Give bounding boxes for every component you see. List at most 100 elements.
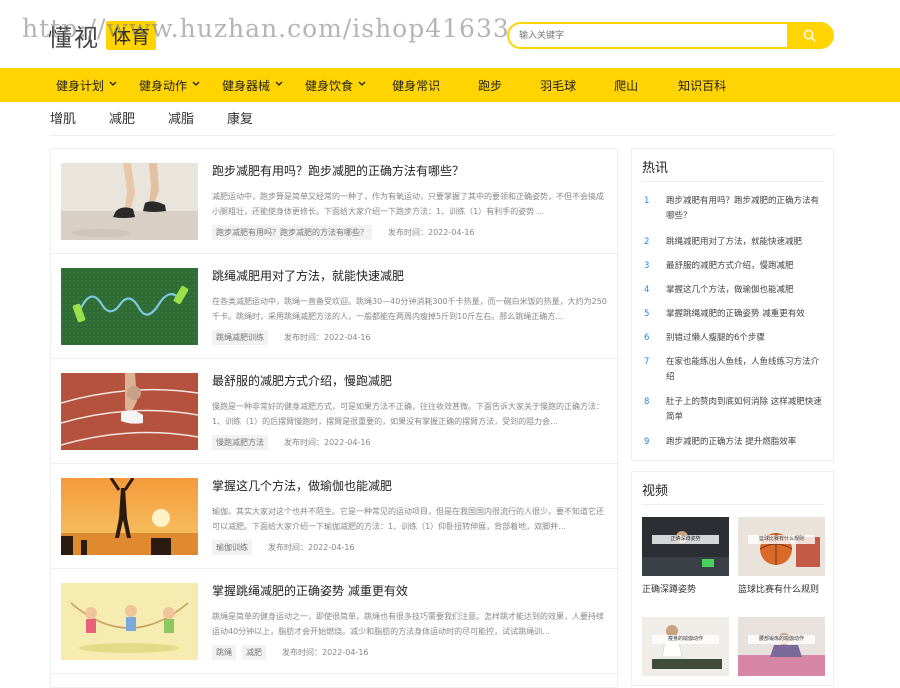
video-item[interactable]: 正确深蹲姿势 正确深蹲姿势	[642, 517, 729, 595]
nav-item[interactable]: 健身器械	[222, 68, 283, 102]
article-summary: 慢跑是一种非常好的健身减肥方式，可是如果方法不正确，往往收效甚微。下面告诉大家关…	[212, 402, 604, 426]
hot-news-link[interactable]: 别错过懒人瘦腿的6个步骤	[666, 331, 765, 346]
chevron-down-icon	[358, 80, 366, 90]
hot-news-item[interactable]: 6 别错过懒人瘦腿的6个步骤	[642, 331, 822, 346]
nav-item[interactable]: 健身饮食	[305, 68, 366, 102]
video-caption: 正确深蹲姿势	[652, 535, 719, 544]
article-title[interactable]: 跳绳减肥用对了方法，就能快速减肥	[212, 267, 404, 284]
hot-news-item[interactable]: 2 跳绳减肥用对了方法，就能快速减肥	[642, 235, 822, 250]
subnav-item[interactable]: 康复	[227, 108, 253, 127]
hot-news-link[interactable]: 肚子上的赘肉到底如何消除 这样减肥快速简单	[666, 395, 822, 425]
hot-news-item[interactable]: 1 跑步减肥有用吗？跑步减肥的正确方法有哪些？	[642, 194, 822, 224]
article-tag[interactable]: 跳绳	[212, 645, 236, 660]
search-button[interactable]	[787, 24, 832, 47]
article-title[interactable]: 掌握跳绳减肥的正确姿势 减重更有效	[212, 582, 408, 599]
hot-news-item[interactable]: 4 掌握这几个方法，做瑜伽也能减肥	[642, 283, 822, 298]
hot-news-title: 热讯	[642, 161, 669, 176]
hot-news-item[interactable]: 3 最舒服的减肥方式介绍，慢跑减肥	[642, 259, 822, 274]
hot-news-item[interactable]: 9 跑步减肥的正确方法 提升燃脂效率	[642, 435, 822, 450]
logo-badge: 体育	[106, 21, 157, 50]
hot-news-link[interactable]: 跑步减肥的正确方法 提升燃脂效率	[666, 435, 796, 450]
subnav-item[interactable]: 减脂	[168, 108, 194, 127]
hot-news-link[interactable]: 掌握这几个方法，做瑜伽也能减肥	[666, 283, 794, 298]
article-thumbnail[interactable]	[61, 478, 198, 555]
video-thumbnail[interactable]: 正确深蹲姿势	[642, 517, 729, 576]
article-tag[interactable]: 减肥	[242, 645, 266, 660]
hot-news-link[interactable]: 在家也能练出人鱼线，人鱼线练习方法介绍	[666, 355, 822, 385]
search-input[interactable]	[509, 24, 787, 47]
publish-date: 2022-04-16	[428, 228, 475, 237]
publish-date: 2022-04-16	[308, 543, 355, 552]
hot-news-link[interactable]: 跳绳减肥用对了方法，就能快速减肥	[666, 235, 802, 250]
video-thumbnail[interactable]: 腰部锻炼的瑜伽动作	[738, 617, 825, 676]
article-item[interactable]: 跳绳减肥用对了方法，就能快速减肥 在各类减肥运动中，跳绳一直备受欢迎。跳绳30—…	[51, 254, 619, 359]
nav-item[interactable]: 健身动作	[139, 68, 200, 102]
video-item[interactable]: 腰部锻炼的瑜伽动作	[738, 617, 825, 682]
video-item[interactable]: 瘦身的瑜伽动作	[642, 617, 729, 682]
video-title[interactable]: 正确深蹲姿势	[642, 582, 729, 595]
nav-item[interactable]: 健身计划	[56, 68, 117, 102]
article-list: 跑步减肥有用吗？跑步减肥的正确方法有哪些？ 减肥运动中，跑步算是简单又经常的一种…	[50, 148, 619, 688]
hot-news-rank: 4	[644, 285, 650, 295]
article-item[interactable]: 最舒服的减肥方式介绍，慢跑减肥 慢跑是一种非常好的健身减肥方式，可是如果方法不正…	[51, 359, 619, 464]
publish-date-label: 发布时间：	[284, 438, 324, 447]
article-thumbnail[interactable]	[61, 583, 198, 660]
nav-item-label: 跑步	[478, 78, 503, 93]
video-thumbnail[interactable]: 篮球比赛有什么规则	[738, 517, 825, 576]
nav-item-label: 知识百科	[678, 78, 727, 93]
hot-news-rank: 9	[644, 437, 650, 447]
nav-item-label: 健身器械	[222, 78, 271, 93]
publish-date: 2022-04-16	[322, 648, 369, 657]
publish-date-label: 发布时间：	[284, 333, 324, 342]
nav-item[interactable]: 知识百科	[678, 68, 726, 102]
hot-news-link[interactable]: 掌握跳绳减肥的正确姿势 减重更有效	[666, 307, 805, 322]
search-icon	[803, 29, 816, 42]
divider	[642, 504, 824, 505]
article-thumbnail[interactable]	[61, 163, 198, 240]
hot-news-rank: 5	[644, 309, 650, 319]
chevron-down-icon	[275, 80, 283, 90]
nav-item[interactable]: 爬山	[614, 68, 638, 102]
article-item[interactable]: 跑步减肥有用吗？跑步减肥的正确方法有哪些？ 减肥运动中，跑步算是简单又经常的一种…	[51, 149, 619, 254]
nav-item-label: 健身动作	[139, 78, 188, 93]
article-tag[interactable]: 慢跑减肥方法	[212, 435, 268, 450]
article-title[interactable]: 最舒服的减肥方式介绍，慢跑减肥	[212, 372, 392, 389]
article-title[interactable]: 跑步减肥有用吗？跑步减肥的正确方法有哪些？	[212, 162, 464, 179]
divider	[642, 181, 824, 182]
logo-text: 懂视	[48, 24, 100, 52]
hot-news-rank: 2	[644, 237, 650, 247]
article-tag[interactable]: 跑步减肥有用吗？跑步减肥的方法有哪些？	[212, 225, 372, 240]
article-item[interactable]: 掌握跳绳减肥的正确姿势 减重更有效 跳绳是简单的健身运动之一，即使很简单，跳绳也…	[51, 569, 619, 674]
article-meta: 跳绳 减肥 发布时间： 2022-04-16	[212, 645, 369, 660]
main-nav: 健身计划 健身动作 健身器械 健身饮食 健身常识 跑步 羽毛球 爬山 知识百科	[0, 68, 900, 102]
hot-news-link[interactable]: 最舒服的减肥方式介绍，慢跑减肥	[666, 259, 794, 274]
nav-item[interactable]: 跑步	[478, 68, 502, 102]
hot-news-rank: 3	[644, 261, 650, 271]
hot-news-item[interactable]: 7 在家也能练出人鱼线，人鱼线练习方法介绍	[642, 355, 822, 385]
video-title[interactable]: 篮球比赛有什么规则	[738, 582, 825, 595]
publish-date-label: 发布时间：	[282, 648, 322, 657]
video-caption: 腰部锻炼的瑜伽动作	[748, 635, 815, 644]
article-thumbnail[interactable]	[61, 373, 198, 450]
subnav-item[interactable]: 增肌	[50, 108, 76, 127]
nav-item-label: 羽毛球	[540, 78, 577, 93]
subnav-item[interactable]: 减肥	[109, 108, 135, 127]
article-thumbnail[interactable]	[61, 268, 198, 345]
article-meta: 慢跑减肥方法 发布时间： 2022-04-16	[212, 435, 371, 450]
article-item[interactable]: 掌握这几个方法，做瑜伽也能减肥 瑜伽，其实大家对这个也并不陌生。它是一种常见的运…	[51, 464, 619, 569]
nav-item[interactable]: 羽毛球	[540, 68, 576, 102]
video-item[interactable]: 篮球比赛有什么规则 篮球比赛有什么规则	[738, 517, 825, 595]
hot-news-item[interactable]: 5 掌握跳绳减肥的正确姿势 减重更有效	[642, 307, 822, 322]
hot-news-item[interactable]: 8 肚子上的赘肉到底如何消除 这样减肥快速简单	[642, 395, 822, 425]
article-title[interactable]: 掌握这几个方法，做瑜伽也能减肥	[212, 477, 392, 494]
video-thumbnail[interactable]: 瘦身的瑜伽动作	[642, 617, 729, 676]
article-summary: 跳绳是简单的健身运动之一，即使很简单，跳绳也有很多技巧需要我们注意。怎样跳才能达…	[212, 612, 604, 636]
article-tag[interactable]: 跳绳减肥训练	[212, 330, 268, 345]
publish-date-label: 发布时间：	[268, 543, 308, 552]
nav-item-label: 健身计划	[56, 78, 105, 93]
hot-news-link[interactable]: 跑步减肥有用吗？跑步减肥的正确方法有哪些？	[666, 194, 822, 224]
hot-news-rank: 6	[644, 333, 650, 343]
nav-item[interactable]: 健身常识	[392, 68, 440, 102]
article-tag[interactable]: 瑜伽训练	[212, 540, 252, 555]
site-logo[interactable]: 懂视 体育	[48, 18, 157, 53]
